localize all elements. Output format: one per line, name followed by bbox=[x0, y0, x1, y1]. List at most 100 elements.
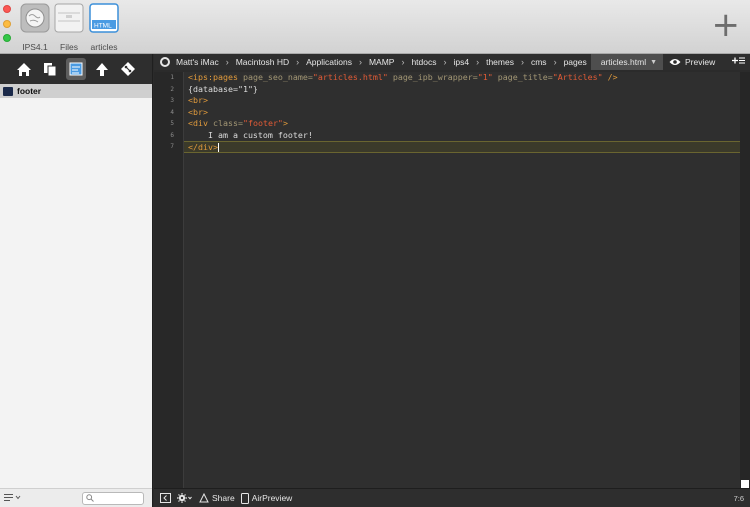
code-editor[interactable]: 1 2 3 4 5 6 7 <ips:pages page_seo_name="articl… bbox=[154, 72, 740, 488]
code-token: "Articles" bbox=[552, 72, 603, 82]
breadcrumb-item[interactable]: Macintosh HD bbox=[234, 57, 291, 67]
plus-list-icon bbox=[732, 57, 745, 64]
breadcrumb-item[interactable]: themes bbox=[484, 57, 516, 67]
code-token: <br> bbox=[188, 95, 208, 105]
sidebar-file-label: footer bbox=[17, 86, 42, 96]
code-area[interactable]: <ips:pages page_seo_name="articles.html"… bbox=[184, 72, 740, 153]
breadcrumb-item[interactable]: Matt's iMac bbox=[174, 57, 221, 67]
chevron-right-icon: › bbox=[296, 57, 300, 67]
gear-icon bbox=[177, 493, 192, 503]
breadcrumb-item[interactable]: Applications bbox=[304, 57, 354, 67]
line-number: 4 bbox=[170, 108, 174, 116]
list-menu-icon bbox=[4, 494, 21, 501]
code-token: > bbox=[282, 118, 288, 128]
chevron-right-icon: › bbox=[520, 57, 524, 67]
minimize-window-button[interactable] bbox=[3, 20, 11, 28]
preview-label: Preview bbox=[685, 57, 716, 67]
search-icon bbox=[86, 494, 94, 502]
code-token: "articles.html" bbox=[312, 72, 388, 82]
git-button[interactable] bbox=[118, 58, 138, 80]
share-button[interactable]: Share bbox=[199, 493, 235, 503]
current-file-label: articles.html bbox=[600, 57, 647, 67]
home-button[interactable] bbox=[14, 58, 34, 80]
settings-button[interactable] bbox=[177, 493, 193, 503]
toolbar-item-articles[interactable]: HTML articles bbox=[86, 3, 122, 52]
code-line[interactable]: <br> bbox=[188, 107, 740, 119]
code-token: class= bbox=[212, 118, 243, 128]
eye-icon bbox=[669, 59, 681, 65]
chevron-right-icon: › bbox=[225, 57, 229, 67]
publish-button[interactable] bbox=[92, 58, 112, 80]
code-line[interactable]: </div> bbox=[184, 141, 740, 153]
code-line[interactable]: <ips:pages page_seo_name="articles.html"… bbox=[188, 72, 740, 84]
folder-icon bbox=[54, 3, 84, 33]
documents-icon bbox=[44, 62, 57, 76]
code-line[interactable]: I am a custom footer! bbox=[188, 130, 740, 142]
status-bar: Share AirPreview 7:6 bbox=[154, 488, 750, 507]
git-icon bbox=[121, 62, 135, 76]
code-token: /> bbox=[602, 72, 618, 82]
code-line[interactable]: {database="1"} bbox=[188, 84, 740, 96]
chevron-right-icon: › bbox=[401, 57, 405, 67]
code-token: page_ipb_wrapper= bbox=[387, 72, 478, 82]
line-number: 2 bbox=[170, 85, 174, 93]
chevron-down-icon: ▼ bbox=[650, 58, 658, 66]
breadcrumb: Matt's iMac › Macintosh HD › Applications ›… bbox=[154, 54, 750, 70]
code-token: "footer" bbox=[242, 118, 283, 128]
html-file-icon: HTML bbox=[89, 3, 119, 33]
text-cursor bbox=[217, 143, 219, 152]
breadcrumb-item[interactable]: ips4 bbox=[452, 57, 472, 67]
line-number: 7 bbox=[170, 143, 174, 150]
sidebar: footer bbox=[0, 54, 153, 507]
documents-button[interactable] bbox=[40, 58, 60, 80]
path-icon[interactable] bbox=[160, 57, 170, 67]
code-line[interactable]: <div class="footer"> bbox=[188, 118, 740, 130]
code-token: page_title= bbox=[492, 72, 553, 82]
home-icon bbox=[17, 62, 31, 76]
line-number-gutter: 1 2 3 4 5 6 7 bbox=[154, 72, 184, 488]
vertical-scrollbar[interactable] bbox=[740, 72, 750, 488]
toolbar-item-ips[interactable]: IPS4.1 bbox=[17, 3, 53, 52]
airpreview-label: AirPreview bbox=[251, 493, 293, 503]
close-window-button[interactable] bbox=[3, 5, 11, 13]
cursor-position: 7:6 bbox=[733, 493, 744, 503]
toggle-sidebar-button[interactable] bbox=[160, 493, 171, 503]
file-icon bbox=[3, 86, 13, 96]
toolbar-item-label: articles bbox=[90, 42, 118, 52]
toolbar-item-files[interactable]: Files bbox=[51, 3, 87, 52]
airpreview-button[interactable]: AirPreview bbox=[240, 492, 293, 504]
code-token: <ips:pages bbox=[188, 72, 243, 82]
editor-button[interactable] bbox=[66, 58, 86, 80]
window-toolbar: IPS4.1 Files HTML articles + bbox=[0, 0, 750, 54]
list-menu-button[interactable] bbox=[4, 493, 22, 504]
chevron-right-icon: › bbox=[553, 57, 557, 67]
breadcrumb-item[interactable]: htdocs bbox=[409, 57, 438, 67]
code-token: {database="1"} bbox=[188, 83, 258, 94]
chevron-right-icon: › bbox=[358, 57, 362, 67]
editor-icon bbox=[69, 62, 83, 76]
upload-icon bbox=[96, 62, 108, 76]
breadcrumb-item[interactable]: pages bbox=[562, 57, 589, 67]
breadcrumb-current-file[interactable]: articles.html ▼ bbox=[590, 54, 664, 70]
code-token: <div bbox=[188, 118, 213, 128]
line-number: 3 bbox=[170, 97, 174, 104]
scrollbar-thumb[interactable] bbox=[741, 480, 749, 488]
add-site-button[interactable]: + bbox=[712, 8, 741, 42]
sidebar-file-footer[interactable]: footer bbox=[0, 84, 152, 98]
zoom-window-button[interactable] bbox=[3, 34, 11, 42]
line-number: 6 bbox=[170, 131, 174, 139]
line-number: 1 bbox=[170, 74, 174, 81]
sidebar-toolbar bbox=[0, 54, 152, 84]
chevron-right-icon: › bbox=[476, 57, 480, 67]
html-badge: HTML bbox=[94, 23, 112, 30]
share-label: Share bbox=[212, 493, 235, 503]
breadcrumb-item[interactable]: MAMP bbox=[367, 57, 397, 67]
line-number: 5 bbox=[170, 120, 174, 127]
code-line[interactable]: <br> bbox=[188, 95, 740, 107]
preview-button[interactable]: Preview bbox=[669, 57, 715, 67]
breadcrumb-item[interactable]: cms bbox=[529, 57, 549, 67]
code-token: I am a custom footer! bbox=[188, 129, 313, 140]
toolbar-item-label: IPS4.1 bbox=[22, 42, 48, 52]
share-icon bbox=[199, 493, 209, 503]
add-menu-button[interactable] bbox=[732, 56, 746, 68]
